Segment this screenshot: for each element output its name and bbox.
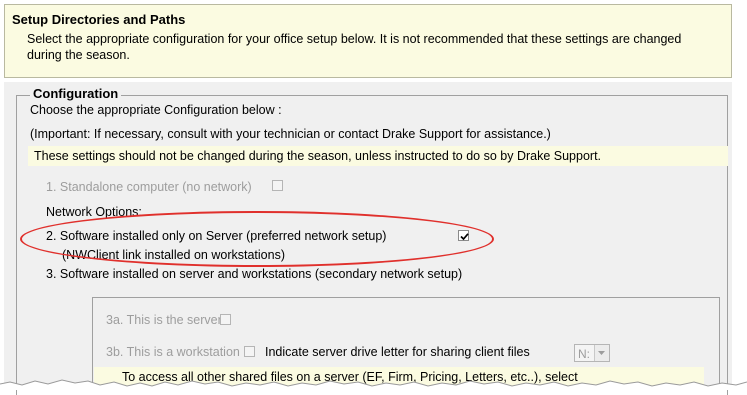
setup-directories-page: Setup Directories and Paths Select the a… [0, 0, 747, 395]
option-standalone-checkbox[interactable] [272, 180, 283, 191]
torn-edge-decoration [0, 379, 747, 390]
page-title: Setup Directories and Paths [12, 12, 186, 27]
drive-letter-select[interactable]: N: [574, 344, 610, 362]
option-this-is-server-checkbox[interactable] [220, 314, 231, 325]
important-note: (Important: If necessary, consult with y… [30, 127, 551, 141]
highlight-oval [20, 211, 494, 267]
drive-letter-value: N: [578, 347, 590, 361]
drive-letter-dropdown-button[interactable] [594, 345, 609, 361]
option-this-is-server-label: 3a. This is the server [106, 313, 222, 327]
option-standalone-label: 1. Standalone computer (no network) [46, 180, 252, 194]
warning-text: These settings should not be changed dur… [34, 149, 602, 163]
page-description: Select the appropriate configuration for… [27, 32, 682, 62]
option-this-is-workstation-checkbox[interactable] [244, 346, 255, 357]
option-this-is-workstation-label: 3b. This is a workstation [106, 345, 240, 359]
chevron-down-icon [598, 351, 605, 355]
configuration-group-title: Configuration [30, 86, 122, 101]
header-banner: Setup Directories and Paths Select the a… [4, 4, 732, 78]
configuration-intro: Choose the appropriate Configuration bel… [30, 103, 282, 117]
drive-letter-label: Indicate server drive letter for sharing… [265, 345, 530, 359]
option-server-workstation-label: 3. Software installed on server and work… [46, 267, 463, 281]
warning-banner: These settings should not be changed dur… [28, 146, 728, 166]
